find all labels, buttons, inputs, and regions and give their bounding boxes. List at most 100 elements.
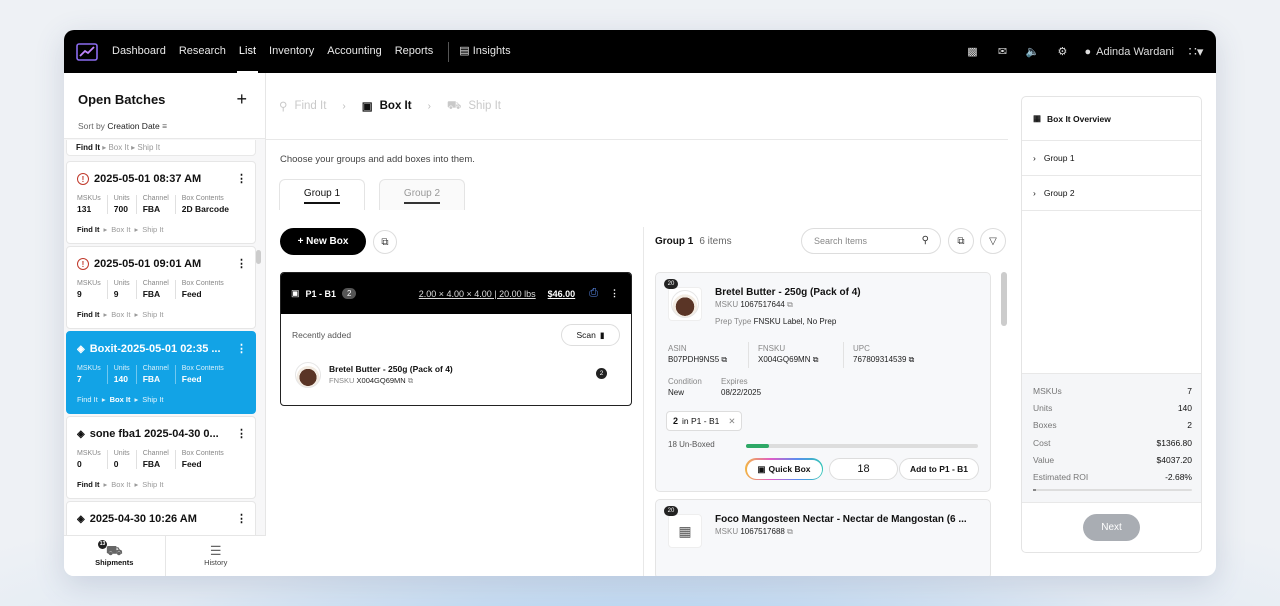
add-batch-icon[interactable]: + [236,89,247,110]
tab-group-1[interactable]: Group 1 [279,179,365,210]
close-icon[interactable]: ✕ [728,416,735,427]
box-panel: ▣ P1 - B1 2 2.00 × 4.00 × 4.00 | 20.00 l… [280,272,632,406]
copy-icon[interactable]: ⧉ [813,355,819,364]
summary-label: Value [1033,454,1055,465]
sidebar-scrollbar[interactable] [256,250,261,264]
overview-group-2[interactable]: › Group 2 [1022,176,1201,211]
product-thumbnail [295,362,321,388]
summary-row: MSKUs 7 [1033,382,1192,399]
sort-control[interactable]: Sort by Creation Date ≡ [78,121,167,131]
group-label: Group 2 [1043,188,1075,198]
stat-units: 700 [113,204,128,214]
next-button[interactable]: Next [1083,514,1140,541]
scan-button[interactable]: Scan ▮ [561,324,620,346]
field-divider [748,342,749,368]
box-icon: ▣ [361,101,373,113]
shipments-tab[interactable]: ⛟ 13 Shipments [64,536,166,576]
apps-grid-icon[interactable]: ∷▾ [1188,44,1204,60]
group-tabs: Group 1 Group 2 [279,179,465,210]
nav-insights[interactable]: ▤ Insights [459,30,510,73]
settings-icon[interactable]: ⚙ [1054,44,1070,60]
logo-icon[interactable] [76,42,98,61]
truck-icon: ⛟ [106,543,123,558]
gallery-icon[interactable]: ⧉ [948,228,974,254]
nav-dashboard[interactable]: Dashboard [112,30,166,73]
fnsku-label: FNSKU [758,344,786,353]
mail-icon[interactable]: ✉ [994,44,1010,60]
more-icon[interactable]: ⋮ [236,257,247,270]
gallery-icon[interactable]: ⧉ [373,230,397,254]
new-box-button[interactable]: + New Box [280,228,366,255]
step-ship-it[interactable]: ⛟ Ship It [447,99,501,114]
nav-list[interactable]: List [236,30,259,73]
user-menu[interactable]: ● Adinda Wardani [1084,46,1174,58]
nav-research[interactable]: Research [179,30,226,73]
copy-icon[interactable]: ⧉ [787,300,793,309]
chip-count: 2 [673,416,679,426]
filter-icon[interactable]: ▽ [980,228,1006,254]
nav-reports[interactable]: Reports [395,30,434,73]
more-icon[interactable]: ⋮ [236,512,247,525]
nav-inventory[interactable]: Inventory [269,30,314,73]
box-dimensions-link[interactable]: 2.00 × 4.00 × 4.00 | 20.00 lbs [419,289,536,299]
main-nav: Dashboard Research List Inventory Accoun… [112,30,524,73]
stack-icon: ◈ [77,513,85,525]
condition-value: New [668,388,685,397]
box-assignment-chip[interactable]: 2 in P1 - B1 ✕ [666,411,743,431]
more-icon[interactable]: ⋮ [236,342,247,355]
sort-label: Sort by [78,121,105,131]
step-find: Find It [77,225,100,234]
printer-icon[interactable]: ⎙ [589,287,598,300]
step-label: Box It [379,100,412,112]
workflow-steps: ⚲ Find It › ▣ Box It › ⛟ Ship It [266,73,1008,140]
more-icon[interactable]: ⋮ [236,172,247,185]
step-label: Ship It [468,100,501,112]
quantity-input[interactable]: 18 [829,458,898,480]
stat-label: Units [113,450,130,457]
more-icon[interactable]: ⋮ [236,427,247,440]
add-to-box-button[interactable]: Add to P1 - B1 [899,458,979,480]
recently-added-label: Recently added [292,330,352,340]
step-box-it[interactable]: ▣ Box It [362,99,412,113]
quick-box-label: Quick Box [768,464,811,474]
condition-field: Condition New [668,377,702,397]
topbar-actions: ▩ ✉ 🔈 ⚙ ● Adinda Wardani ∷▾ [964,44,1204,60]
chevron-right-icon: › [427,100,431,112]
quick-box-button[interactable]: ▣ Quick Box [745,458,823,480]
search-input[interactable]: Search Items ⚲ [801,228,941,254]
tab-group-2[interactable]: Group 2 [379,179,465,210]
history-tab[interactable]: ☰ History [166,536,267,576]
batch-card[interactable]: ◈ 2025-04-30 10:26 AM ⋮ [66,501,256,535]
chevron-right-icon: › [1033,153,1036,163]
nav-accounting[interactable]: Accounting [327,30,381,73]
copy-icon[interactable]: ⧉ [787,527,793,536]
item-msku: MSKU 1067517644 ⧉ [715,300,793,310]
copy-icon[interactable]: ⧉ [408,376,413,385]
summary-value: $4037.20 [1156,454,1192,465]
stat-box-contents: 2D Barcode [181,204,230,214]
nav-divider [448,41,450,62]
copy-icon[interactable]: ⧉ [721,355,727,364]
box-item[interactable]: Bretel Butter - 250g (Pack of 4) FNSKU X… [295,362,615,388]
step-find-it[interactable]: ⚲ Find It [279,99,326,113]
stat-label: MSKUs [77,280,101,287]
volume-icon[interactable]: 🔈 [1024,44,1040,60]
copy-icon[interactable]: ⧉ [909,355,915,364]
batch-card-partial[interactable]: Find It ▸ Box It ▸ Ship It [66,140,256,156]
chat-icon[interactable]: ▩ [964,44,980,60]
step-box: Box It [108,143,129,152]
batch-card-selected[interactable]: ◈ Boxit-2025-05-01 02:35 ... ⋮ MSKUs 7 Uni… [66,331,256,414]
fnsku-text: X004GQ69MN [758,355,811,364]
summary-label: Units [1033,402,1053,413]
batch-card[interactable]: ◈ sone fba1 2025-04-30 0... ⋮ MSKUs 0 Unit… [66,416,256,499]
stat-units: 140 [113,374,128,384]
batch-card[interactable]: ! 2025-05-01 08:37 AM ⋮ MSKUs 131 Units 700… [66,161,256,244]
more-icon[interactable]: ⋮ [610,288,619,299]
batch-card[interactable]: ! 2025-05-01 09:01 AM ⋮ MSKUs 9 Units 9 Cha… [66,246,256,329]
overview-group-1[interactable]: › Group 1 [1022,141,1201,176]
box-price-link[interactable]: $46.00 [548,289,576,299]
items-scrollbar[interactable] [1001,272,1007,326]
step-find: Find It [76,143,100,152]
stat-label: Channel [142,450,169,457]
search-placeholder: Search Items [814,236,868,246]
